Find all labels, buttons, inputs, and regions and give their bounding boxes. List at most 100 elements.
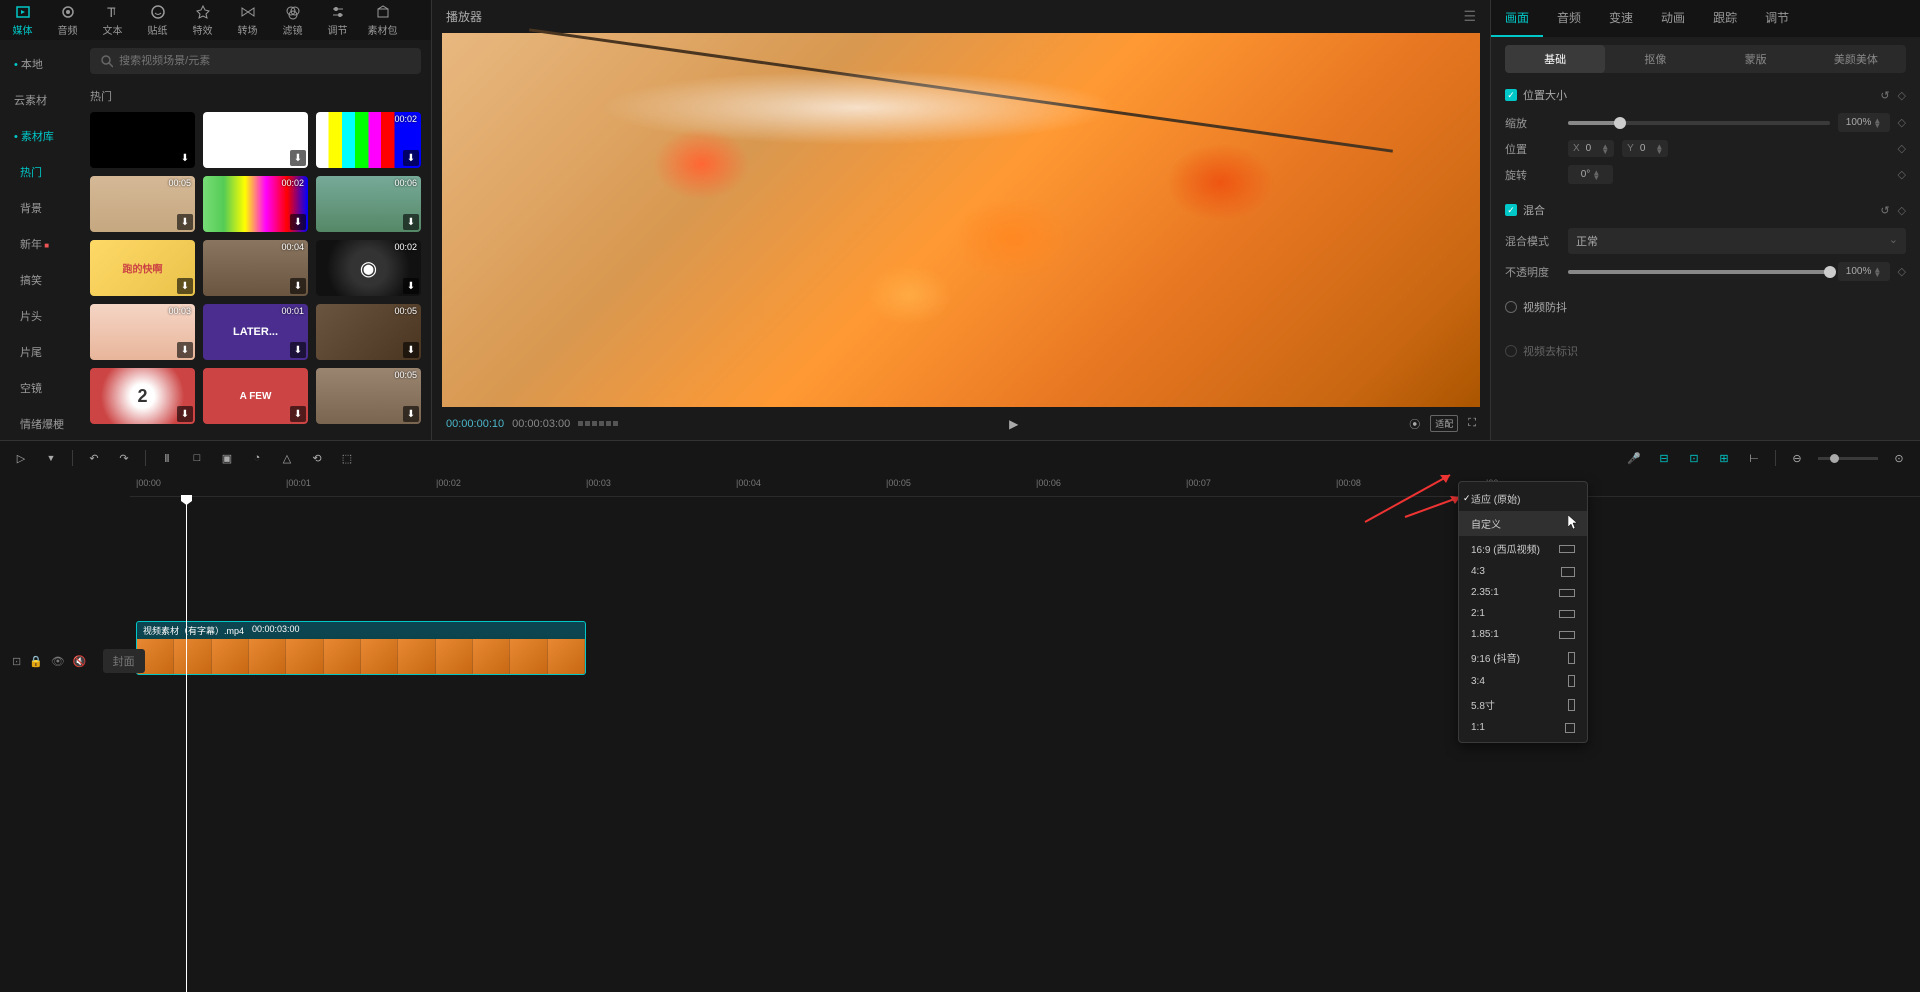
rotate-tool[interactable]: ⟲ <box>308 449 326 467</box>
chevron-down-icon[interactable]: ▼ <box>42 449 60 467</box>
pos-x-input[interactable]: X0▲▼ <box>1568 140 1614 157</box>
pos-y-input[interactable]: Y0▲▼ <box>1622 140 1668 157</box>
player-menu-icon[interactable]: ☰ <box>1463 8 1476 25</box>
sidebar-item[interactable]: 本地 <box>0 48 80 80</box>
inspector-tab[interactable]: 调节 <box>1751 0 1803 37</box>
sidebar-item[interactable]: 新年 <box>0 228 80 260</box>
ratio-option[interactable]: 4:3 <box>1459 561 1587 582</box>
fullscreen-icon[interactable]: ⛶ <box>1468 417 1476 430</box>
asset-thumbnail[interactable]: 00:02⬇ <box>203 176 308 232</box>
zoom-slider[interactable] <box>1818 457 1878 460</box>
tab-filter[interactable]: 滤镜 <box>270 0 315 40</box>
delete-tool[interactable]: □ <box>188 449 206 467</box>
inspector-tab[interactable]: 画面 <box>1491 0 1543 37</box>
resize-tool[interactable]: ⬚ <box>338 449 356 467</box>
crop-tool[interactable]: ▣ <box>218 449 236 467</box>
lock-icon[interactable]: 🔒 <box>29 655 43 668</box>
ratio-button[interactable]: 适配 <box>1430 415 1458 432</box>
zoom-fit-icon[interactable]: ⊙ <box>1890 449 1908 467</box>
tab-transition[interactable]: 转场 <box>225 0 270 40</box>
sidebar-item[interactable]: 搞笑 <box>0 264 80 296</box>
ratio-option[interactable]: 5.8寸 <box>1459 692 1587 717</box>
asset-thumbnail[interactable]: 00:02⬇ <box>316 112 421 168</box>
link-icon[interactable]: ⊡ <box>1685 449 1703 467</box>
checkbox-stabilize[interactable] <box>1505 301 1517 313</box>
player-viewport[interactable] <box>442 33 1480 407</box>
ratio-option[interactable]: 3:4 <box>1459 670 1587 692</box>
tab-sticker[interactable]: 贴纸 <box>135 0 180 40</box>
sidebar-item[interactable]: 片头 <box>0 300 80 332</box>
ratio-option[interactable]: 16:9 (西瓜视频) <box>1459 536 1587 561</box>
keyframe-icon[interactable]: ◇ <box>1898 116 1906 129</box>
inspector-tab[interactable]: 变速 <box>1595 0 1647 37</box>
sidebar-item[interactable]: 热门 <box>0 156 80 188</box>
layout-grid-icon[interactable] <box>578 421 618 426</box>
sidebar-item[interactable]: 素材库 <box>0 120 80 152</box>
asset-thumbnail[interactable]: ⬇ <box>203 112 308 168</box>
capture-icon[interactable]: ⦿ <box>1409 416 1420 432</box>
opacity-value[interactable]: 100%▲▼ <box>1838 262 1890 281</box>
visibility-icon[interactable]: 👁 <box>51 655 65 668</box>
asset-thumbnail[interactable]: 00:02⬇ <box>316 240 421 296</box>
inspector-tab[interactable]: 动画 <box>1647 0 1699 37</box>
sidebar-item[interactable]: 云素材 <box>0 84 80 116</box>
scale-value[interactable]: 100%▲▼ <box>1838 113 1890 132</box>
search-field[interactable] <box>119 55 411 67</box>
asset-thumbnail[interactable]: 00:04⬇ <box>203 240 308 296</box>
asset-thumbnail[interactable]: ⬇ <box>90 112 195 168</box>
tab-text[interactable]: TI文本 <box>90 0 135 40</box>
sidebar-item[interactable]: 情绪爆梗 <box>0 408 80 440</box>
asset-thumbnail[interactable]: ⬇ <box>203 368 308 424</box>
track-toggle-icon[interactable]: ⊡ <box>12 655 21 668</box>
reset-icon[interactable]: ↺ <box>1880 89 1889 102</box>
keyframe-icon[interactable]: ◇ <box>1898 142 1906 155</box>
mirror-tool[interactable]: △ <box>278 449 296 467</box>
tab-pack[interactable]: 素材包 <box>360 0 405 40</box>
checkbox-blend[interactable]: ✓ <box>1505 204 1517 216</box>
speed-tool[interactable]: ◔ <box>248 449 266 467</box>
align-icon[interactable]: ⊢ <box>1745 449 1763 467</box>
ratio-option[interactable]: 1.85:1 <box>1459 624 1587 645</box>
asset-thumbnail[interactable]: ⬇ <box>90 240 195 296</box>
play-button[interactable]: ▶ <box>1001 417 1026 431</box>
sidebar-item[interactable]: 空镜 <box>0 372 80 404</box>
ratio-option[interactable]: 适应 (原始) <box>1459 486 1587 511</box>
ratio-option[interactable]: 2:1 <box>1459 603 1587 624</box>
mic-icon[interactable]: 🎤 <box>1625 449 1643 467</box>
ratio-option[interactable]: 9:16 (抖音) <box>1459 645 1587 670</box>
blend-mode-dropdown[interactable]: 正常⌄ <box>1568 228 1906 254</box>
asset-thumbnail[interactable]: 00:05⬇ <box>316 368 421 424</box>
search-input[interactable] <box>90 48 421 74</box>
inspector-tab[interactable]: 跟踪 <box>1699 0 1751 37</box>
tab-adjust[interactable]: 调节 <box>315 0 360 40</box>
checkbox-position[interactable]: ✓ <box>1505 89 1517 101</box>
inspector-seg[interactable]: 美颜美体 <box>1806 45 1906 73</box>
keyframe-icon[interactable]: ◇ <box>1898 204 1906 217</box>
tab-audio[interactable]: 音频 <box>45 0 90 40</box>
snap-icon[interactable]: ⊞ <box>1715 449 1733 467</box>
undo-button[interactable]: ↶ <box>85 449 103 467</box>
sidebar-item[interactable]: 片尾 <box>0 336 80 368</box>
scale-slider[interactable] <box>1568 121 1830 125</box>
tab-media[interactable]: 媒体 <box>0 0 45 40</box>
reset-icon[interactable]: ↺ <box>1880 204 1889 217</box>
inspector-seg[interactable]: 基础 <box>1505 45 1605 73</box>
tab-fx[interactable]: 特效 <box>180 0 225 40</box>
asset-thumbnail[interactable]: ⬇ <box>90 368 195 424</box>
inspector-seg[interactable]: 抠像 <box>1605 45 1705 73</box>
keyframe-icon[interactable]: ◇ <box>1898 89 1906 102</box>
redo-button[interactable]: ↷ <box>115 449 133 467</box>
sidebar-item[interactable]: 背景 <box>0 192 80 224</box>
checkbox-pretag[interactable] <box>1505 345 1517 357</box>
asset-thumbnail[interactable]: 00:06⬇ <box>316 176 421 232</box>
ratio-option[interactable]: 1:1 <box>1459 717 1587 738</box>
inspector-seg[interactable]: 蒙版 <box>1706 45 1806 73</box>
asset-thumbnail[interactable]: 00:01⬇ <box>203 304 308 360</box>
playhead[interactable] <box>186 497 187 992</box>
timeline-tracks[interactable]: 视频素材（有字幕）.mp400:00:03:00 ⊡ 🔒 👁 🔇 封面 适应 (… <box>0 497 1920 992</box>
opacity-slider[interactable] <box>1568 270 1830 274</box>
timeline-ruler[interactable]: |00:00|00:01|00:02|00:03|00:04|00:05|00:… <box>130 475 1920 497</box>
asset-thumbnail[interactable]: 00:03⬇ <box>90 304 195 360</box>
rotate-value[interactable]: 0°▲▼ <box>1568 165 1613 184</box>
cover-button[interactable]: 封面 <box>103 649 145 673</box>
